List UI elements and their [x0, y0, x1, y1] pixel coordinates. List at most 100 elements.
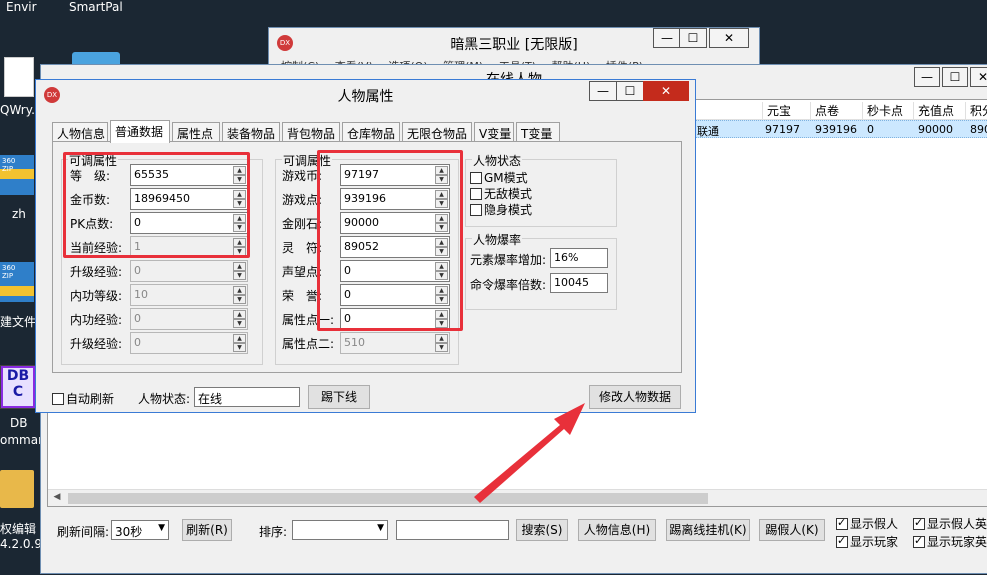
dialog-titlebar[interactable]: DX 人物属性 — ☐ ✕ [36, 80, 695, 108]
row-yuanbao: 97197 [765, 123, 800, 136]
dialog-maximize-button[interactable]: ☐ [616, 81, 644, 101]
scroll-thumb[interactable] [68, 493, 708, 504]
auto-refresh-checkbox[interactable]: 自动刷新 [52, 390, 114, 407]
tab-normal-data[interactable]: 普通数据 [110, 120, 170, 143]
bottom-toolbar: 刷新间隔: 30秒 ▼ 刷新(R) 排序: ▼ 搜索(S) 人物信息(H) 踢离… [41, 511, 987, 575]
col-chongzhi[interactable]: 充值点 [913, 102, 963, 119]
element-drop-value: 16% [554, 251, 579, 264]
show-player-b-checkbox[interactable]: 显示玩家英 [913, 533, 987, 550]
drop-group-title: 人物爆率 [472, 231, 523, 248]
gm-mode-checkbox[interactable]: GM模式 [470, 169, 528, 186]
zip-archive-icon-2[interactable]: 360 ZIP [0, 262, 34, 302]
desktop-label-db[interactable]: DB [10, 416, 27, 430]
spin-down-icon[interactable]: ▼ [233, 343, 246, 352]
spin-down-icon[interactable]: ▼ [233, 319, 246, 328]
spinner-arrows-icon[interactable]: ▲ ▼ [233, 286, 246, 304]
spin-up-icon[interactable]: ▲ [233, 262, 246, 271]
spin-up-icon[interactable]: ▲ [435, 334, 448, 343]
invincible-mode-label: 无敌模式 [484, 187, 533, 201]
maximize-button[interactable]: ☐ [679, 28, 707, 48]
folder-icon-2[interactable] [0, 470, 34, 508]
group1-spin-input: 0 ▲ ▼ [130, 308, 248, 330]
refresh-interval-label: 刷新间隔: [57, 525, 110, 539]
col-miaoka[interactable]: 秒卡点 [862, 102, 910, 119]
tab-attribute-points[interactable]: 属性点 [172, 122, 220, 142]
col-yuanbao[interactable]: 元宝 [762, 102, 806, 119]
command-drop-value: 10045 [554, 276, 589, 289]
show-player-checkbox[interactable]: 显示玩家 [836, 533, 898, 550]
online-close-button[interactable]: ✕ [970, 67, 987, 87]
main-window-titlebar[interactable]: DX 暗黑三职业 [无限版] — ☐ ✕ [269, 28, 759, 58]
group1-spin-input: 10 ▲ ▼ [130, 284, 248, 306]
desktop-label-smartpal[interactable]: SmartPal [69, 0, 123, 14]
group1-row: 升级经验: 0 ▲ ▼ [70, 260, 248, 282]
element-drop-input[interactable]: 16% [550, 248, 608, 268]
show-fake-b-label: 显示假人英 [927, 517, 987, 531]
document-icon[interactable] [4, 57, 34, 97]
spin-up-icon[interactable]: ▲ [233, 286, 246, 295]
tab-unlimited-storage[interactable]: 无限仓物品 [402, 122, 472, 142]
group1-spin-input: 0 ▲ ▼ [130, 260, 248, 282]
dialog-minimize-button[interactable]: — [589, 81, 617, 101]
spin-down-icon[interactable]: ▼ [233, 271, 246, 280]
spinner-arrows-icon[interactable]: ▲ ▼ [233, 262, 246, 280]
desktop-label-version[interactable]: 4.2.0.9 [0, 537, 42, 551]
col-dianjuan[interactable]: 点卷 [810, 102, 860, 119]
scroll-left-icon[interactable]: ◀ [50, 492, 64, 505]
kick-offline-button[interactable]: 踢下线 [308, 385, 370, 409]
element-drop-label: 元素爆率增加: [470, 253, 547, 267]
online-maximize-button[interactable]: ☐ [942, 67, 968, 87]
chevron-down-icon: ▼ [377, 523, 384, 533]
spin-down-icon[interactable]: ▼ [233, 295, 246, 304]
kick-fake-player-button[interactable]: 踢假人(K) [759, 519, 825, 541]
spinner-arrows-icon[interactable]: ▲ ▼ [435, 334, 448, 352]
show-fake-b-checkbox[interactable]: 显示假人英 [913, 515, 987, 532]
spin-up-icon[interactable]: ▲ [233, 310, 246, 319]
group2-spin-input: 510 ▲ ▼ [340, 332, 450, 354]
modify-character-data-button[interactable]: 修改人物数据 [589, 385, 681, 409]
character-status-field[interactable]: 在线 [194, 387, 300, 407]
online-minimize-button[interactable]: — [914, 67, 940, 87]
spinner-arrows-icon[interactable]: ▲ ▼ [233, 310, 246, 328]
sort-label: 排序: [259, 525, 288, 539]
row-jifen: 8905 [970, 123, 987, 136]
tab-v-variables[interactable]: V变量 [474, 122, 514, 142]
tab-bag-items[interactable]: 背包物品 [282, 122, 340, 142]
col-jifen[interactable]: 积分 [965, 102, 987, 119]
tab-t-variables[interactable]: T变量 [516, 122, 560, 142]
stealth-mode-checkbox[interactable]: 隐身模式 [470, 201, 532, 218]
invincible-mode-checkbox[interactable]: 无敌模式 [470, 185, 532, 202]
show-fake-checkbox[interactable]: 显示假人 [836, 515, 898, 532]
tab-storage-items[interactable]: 仓库物品 [342, 122, 400, 142]
db-commander-icon[interactable]: DB C [0, 365, 36, 409]
minimize-button[interactable]: — [653, 28, 681, 48]
tab-character-info[interactable]: 人物信息 [52, 122, 108, 142]
zip-archive-icon[interactable]: 360 ZIP [0, 155, 34, 195]
search-button[interactable]: 搜索(S) [516, 519, 568, 541]
desktop-label-qwry[interactable]: QWry.l [0, 103, 38, 117]
desktop-label-envir[interactable]: Envir [6, 0, 37, 14]
spin-down-icon[interactable]: ▼ [435, 343, 448, 352]
command-drop-label: 命令爆率倍数: [470, 278, 547, 292]
spinner-arrows-icon[interactable]: ▲ ▼ [233, 334, 246, 352]
command-drop-input[interactable]: 10045 [550, 273, 608, 293]
status-group-title: 人物状态 [472, 152, 523, 169]
refresh-interval-select[interactable]: 30秒 ▼ [111, 520, 169, 540]
row-name-tail: 联通 [697, 125, 719, 138]
tab-equipment[interactable]: 装备物品 [222, 122, 280, 142]
search-input[interactable] [396, 520, 509, 540]
show-fake-label: 显示假人 [850, 517, 899, 531]
annotation-arrow-icon [474, 403, 585, 503]
sort-select[interactable]: ▼ [292, 520, 388, 540]
player-info-button[interactable]: 人物信息(H) [578, 519, 656, 541]
kick-offline-afk-button[interactable]: 踢离线挂机(K) [666, 519, 750, 541]
desktop-label-newfile[interactable]: 建文件 [0, 313, 36, 330]
checkbox-icon [470, 172, 482, 184]
dialog-close-button[interactable]: ✕ [643, 81, 689, 101]
refresh-button[interactable]: 刷新(R) [182, 519, 232, 541]
desktop-label-editor[interactable]: 权编辑 [0, 520, 36, 537]
close-button[interactable]: ✕ [709, 28, 749, 48]
spin-up-icon[interactable]: ▲ [233, 334, 246, 343]
desktop-label-zh[interactable]: zh [12, 207, 26, 221]
character-status-label: 人物状态: [138, 392, 191, 406]
